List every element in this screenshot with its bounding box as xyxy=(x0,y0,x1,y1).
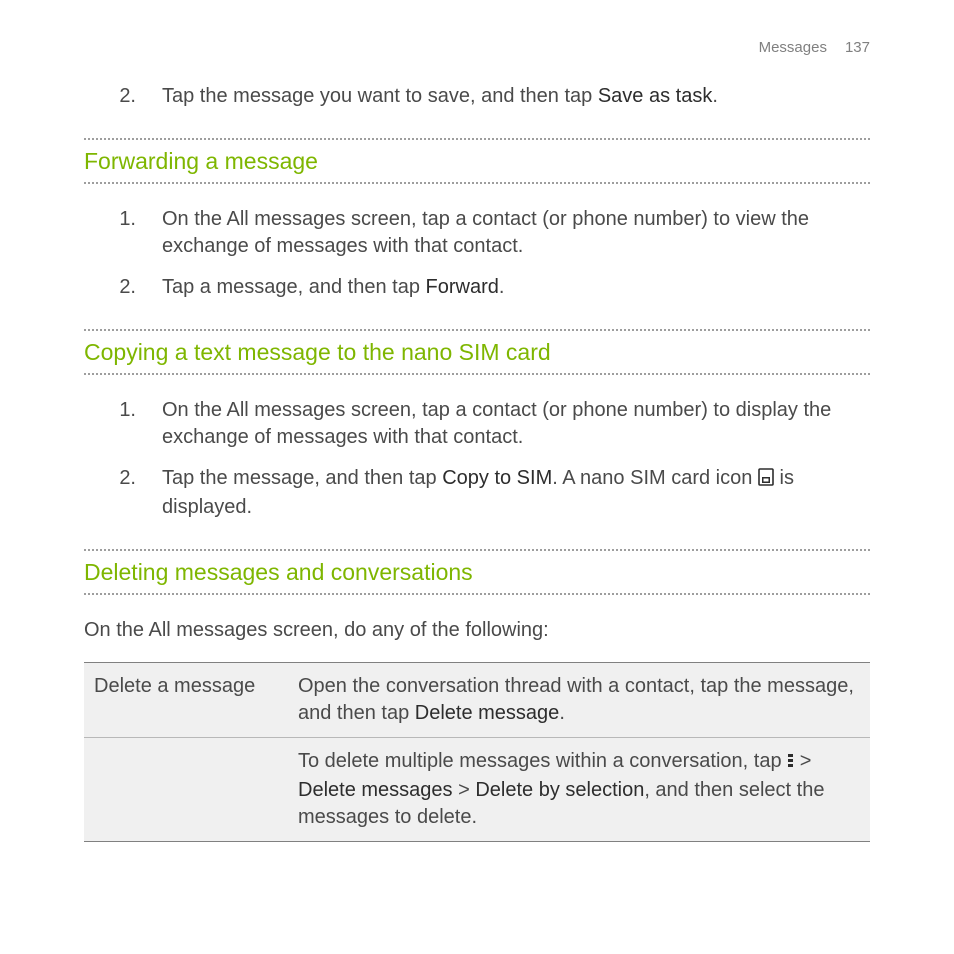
step-text: On the All messages screen, tap a contac… xyxy=(162,206,870,260)
table-row-label: Delete a message xyxy=(84,663,288,738)
table-row-desc: To delete multiple messages within a con… xyxy=(288,738,870,842)
step-number: 1. xyxy=(84,397,162,451)
step-number: 2. xyxy=(84,274,162,301)
table-row: Delete a message Open the conversation t… xyxy=(84,663,870,738)
manual-page: Messages 137 2. Tap the message you want … xyxy=(0,0,954,954)
forwarding-steps: 1. On the All messages screen, tap a con… xyxy=(84,206,870,301)
running-header: Messages 137 xyxy=(759,38,870,58)
section-title-rule: Copying a text message to the nano SIM c… xyxy=(84,329,870,375)
section-title: Deleting messages and conversations xyxy=(84,555,870,590)
step-number: 2. xyxy=(84,83,162,110)
section-deleting: Deleting messages and conversations On t… xyxy=(84,549,870,842)
section-title-rule: Forwarding a message xyxy=(84,138,870,184)
list-item: 2. Tap the message, and then tap Copy to… xyxy=(84,465,870,521)
step-text: Tap the message, and then tap Copy to SI… xyxy=(162,465,870,521)
list-item: 1. On the All messages screen, tap a con… xyxy=(84,397,870,451)
section-copy-sim: Copying a text message to the nano SIM c… xyxy=(84,329,870,521)
section-title: Copying a text message to the nano SIM c… xyxy=(84,335,870,370)
table-row-label xyxy=(84,738,288,842)
table-row: To delete multiple messages within a con… xyxy=(84,738,870,842)
list-item: 1. On the All messages screen, tap a con… xyxy=(84,206,870,260)
section-forwarding: Forwarding a message 1. On the All messa… xyxy=(84,138,870,301)
step-number: 1. xyxy=(84,206,162,260)
table-row-desc: Open the conversation thread with a cont… xyxy=(288,663,870,738)
step-number: 2. xyxy=(84,465,162,521)
header-page: 137 xyxy=(845,39,870,56)
step-text: On the All messages screen, tap a contac… xyxy=(162,397,870,451)
copy-sim-steps: 1. On the All messages screen, tap a con… xyxy=(84,397,870,521)
section-title-rule: Deleting messages and conversations xyxy=(84,549,870,595)
step-text: Tap a message, and then tap Forward. xyxy=(162,274,870,301)
delete-table: Delete a message Open the conversation t… xyxy=(84,662,870,842)
section-title: Forwarding a message xyxy=(84,144,870,179)
lead-text: On the All messages screen, do any of th… xyxy=(84,617,870,644)
intro-steps: 2. Tap the message you want to save, and… xyxy=(84,83,870,110)
list-item: 2. Tap the message you want to save, and… xyxy=(84,83,870,110)
step-text: Tap the message you want to save, and th… xyxy=(162,83,870,110)
header-section: Messages xyxy=(759,39,827,56)
list-item: 2. Tap a message, and then tap Forward. xyxy=(84,274,870,301)
sim-card-icon xyxy=(758,467,774,494)
